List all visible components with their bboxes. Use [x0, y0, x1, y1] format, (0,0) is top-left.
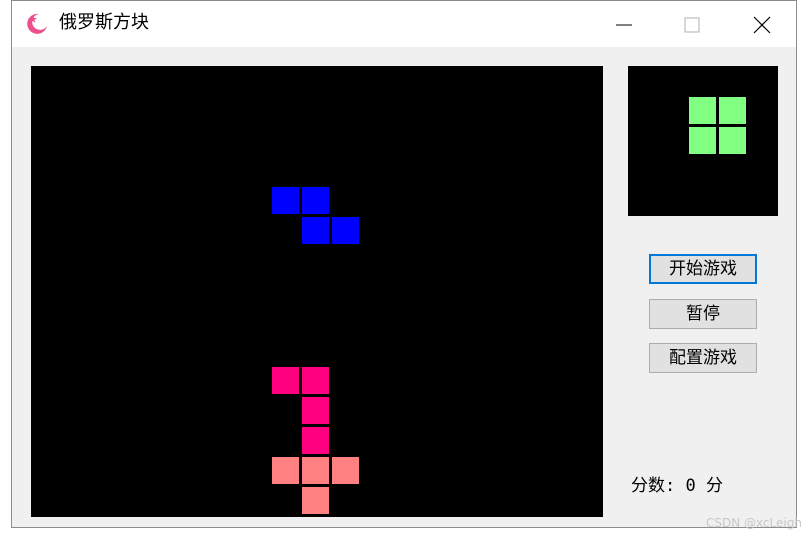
score-display: 分数: 0 分	[631, 471, 723, 496]
close-icon	[753, 16, 771, 34]
close-button[interactable]	[728, 1, 796, 47]
falling-block	[272, 187, 299, 214]
start-game-button[interactable]: 开始游戏	[649, 254, 757, 284]
falling-block	[302, 217, 329, 244]
preview-canvas	[689, 97, 746, 154]
next-piece-block	[689, 127, 716, 154]
falling-block	[302, 187, 329, 214]
pause-button[interactable]: 暂停	[649, 299, 757, 329]
game-window: 俄罗斯方块 开始游戏 暂停 配置游戏 分数: 0 分 CSDN @xcLeigh	[11, 0, 802, 530]
falling-block	[332, 217, 359, 244]
locked-block	[302, 487, 329, 514]
maximize-icon	[684, 17, 700, 33]
next-piece-preview	[628, 66, 778, 216]
config-game-button[interactable]: 配置游戏	[649, 343, 757, 373]
moon-star-icon	[27, 13, 47, 34]
minimize-button[interactable]	[590, 1, 658, 47]
board-canvas	[272, 187, 359, 514]
game-board[interactable]	[31, 66, 603, 517]
locked-block	[302, 427, 329, 454]
minimize-icon	[616, 24, 632, 26]
next-piece-block	[719, 127, 746, 154]
locked-block	[272, 457, 299, 484]
score-unit: 分	[706, 476, 723, 496]
score-value: 0	[685, 476, 696, 496]
next-piece-block	[719, 97, 746, 124]
locked-block	[302, 457, 329, 484]
next-piece-block	[689, 97, 716, 124]
window-title: 俄罗斯方块	[59, 12, 149, 33]
locked-block	[302, 367, 329, 394]
locked-block	[272, 367, 299, 394]
locked-block	[302, 397, 329, 424]
watermark-text: CSDN @xcLeigh	[706, 516, 802, 530]
score-label: 分数:	[631, 476, 676, 496]
locked-block	[332, 457, 359, 484]
maximize-button[interactable]	[658, 1, 726, 47]
title-bar[interactable]: 俄罗斯方块	[12, 1, 796, 47]
